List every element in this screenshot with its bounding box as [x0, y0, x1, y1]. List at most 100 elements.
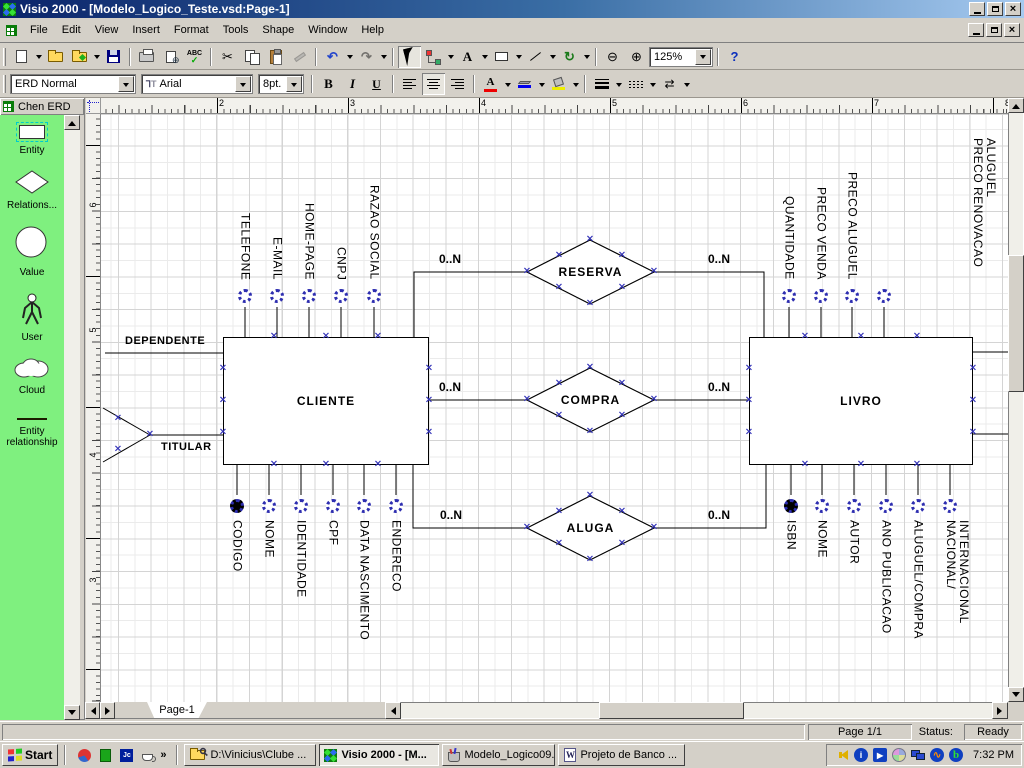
doc-restore-button[interactable]: [986, 23, 1002, 37]
attribute-circle[interactable]: [357, 499, 371, 513]
italic-button[interactable]: I: [341, 73, 364, 95]
attr-label-nome-livro[interactable]: NOME: [816, 520, 829, 558]
copy-button[interactable]: [240, 46, 263, 68]
attr-label-quantidade[interactable]: QUANTIDADE: [783, 196, 796, 280]
attr-label-homepage[interactable]: HOME-PAGE: [303, 203, 316, 280]
attr-label-preco-aluguel[interactable]: PRECO ALUGUEL: [846, 172, 859, 280]
attribute-circle-filled[interactable]: [784, 499, 798, 513]
stencil-scrollbar[interactable]: [64, 115, 80, 720]
attribute-circle[interactable]: [294, 499, 308, 513]
attr-label-nome[interactable]: NOME: [263, 520, 276, 558]
new-dropdown[interactable]: [34, 46, 43, 68]
task-button-explorer[interactable]: D:\Vinicius\Clube ...: [184, 744, 316, 766]
jcreator-icon[interactable]: Jc: [118, 747, 135, 764]
horizontal-scrollbar[interactable]: [385, 702, 1008, 719]
attribute-circle[interactable]: [326, 499, 340, 513]
underline-button[interactable]: U: [365, 73, 388, 95]
attr-label-nacional-internacional[interactable]: NACIONAL/ INTERNACIONAL: [944, 520, 970, 646]
attribute-circle[interactable]: [877, 289, 891, 303]
attr-label-razao-social[interactable]: RAZAO SOCIAL: [368, 185, 381, 280]
menu-tools[interactable]: Tools: [216, 21, 256, 39]
attribute-circle[interactable]: [270, 289, 284, 303]
attribute-circle[interactable]: [943, 499, 957, 513]
b-app-icon[interactable]: b: [948, 747, 964, 763]
swirl-app-icon[interactable]: [76, 747, 93, 764]
attribute-circle[interactable]: [302, 289, 316, 303]
attribute-circle[interactable]: [814, 289, 828, 303]
menu-window[interactable]: Window: [301, 21, 354, 39]
stencil-item-user[interactable]: User: [1, 292, 63, 343]
start-button[interactable]: Start: [2, 744, 58, 766]
attr-label-aluguel-compra[interactable]: ALUGUEL/COMPRA: [912, 520, 925, 639]
menu-shape[interactable]: Shape: [255, 21, 301, 39]
taskbar-clock[interactable]: 7:32 PM: [967, 749, 1014, 761]
align-center-icon[interactable]: [422, 73, 445, 95]
overflow-chevron-icon[interactable]: »: [160, 749, 166, 761]
line-ends-icon[interactable]: ⇄: [658, 73, 681, 95]
scroll-right-icon[interactable]: [992, 702, 1008, 719]
relationship-compra-label[interactable]: COMPRA: [527, 393, 654, 407]
attr-label-codigo[interactable]: CODIGO: [231, 520, 244, 572]
line-pattern-dropdown[interactable]: [648, 73, 657, 95]
attr-label-preco-venda[interactable]: PRECO VENDA: [815, 187, 828, 280]
print-preview-button[interactable]: [159, 46, 182, 68]
toolbar-grip[interactable]: [3, 48, 6, 66]
scroll-up-icon[interactable]: [1008, 98, 1024, 113]
stencil-scroll-up-icon[interactable]: [64, 115, 80, 130]
style-combo-dropdown[interactable]: [118, 76, 134, 92]
attribute-circle-filled[interactable]: [230, 499, 244, 513]
attr-label-endereco[interactable]: ENDERECO: [390, 520, 403, 592]
align-left-icon[interactable]: [398, 73, 421, 95]
menu-view[interactable]: View: [88, 21, 126, 39]
attr-label-cnpj[interactable]: CNPJ: [335, 247, 348, 280]
text-tool-dropdown[interactable]: [480, 46, 489, 68]
line-weight-dropdown[interactable]: [614, 73, 623, 95]
font-color-icon[interactable]: A: [479, 73, 502, 95]
cut-button[interactable]: ✂: [216, 46, 239, 68]
attribute-circle[interactable]: [847, 499, 861, 513]
vertical-scrollbar[interactable]: [1008, 98, 1024, 702]
font-combo[interactable]: ꞀT Arial: [141, 74, 253, 94]
relationship-aluga-label[interactable]: ALUGA: [527, 521, 654, 535]
close-button[interactable]: ×: [1005, 2, 1021, 16]
align-right-icon[interactable]: [446, 73, 469, 95]
open-stencil-dropdown[interactable]: [92, 46, 101, 68]
line-color-icon[interactable]: [513, 73, 536, 95]
menu-help[interactable]: Help: [354, 21, 391, 39]
bold-button[interactable]: B: [317, 73, 340, 95]
attr-label-data-nascimento[interactable]: DATA NASCIMENTO: [358, 520, 371, 640]
vertical-scroll-thumb[interactable]: [1008, 255, 1024, 392]
stencil-item-entity[interactable]: Entity: [1, 125, 63, 156]
stencil-header[interactable]: Chen ERD: [0, 98, 84, 115]
spelling-button[interactable]: ABC✓: [183, 46, 206, 68]
zoom-combo-dropdown[interactable]: [695, 49, 711, 65]
size-combo[interactable]: 8pt.: [258, 74, 304, 94]
titular-label[interactable]: TITULAR: [161, 441, 212, 453]
doc-close-button[interactable]: ×: [1004, 23, 1020, 37]
attr-label-preco-renovacao[interactable]: PRECO RENOVACAO ALUGUEL: [971, 138, 997, 280]
redo-dropdown[interactable]: [379, 46, 388, 68]
undo-dropdown[interactable]: [345, 46, 354, 68]
undo-button[interactable]: ↶: [321, 46, 344, 68]
page-prev-icon[interactable]: [85, 702, 100, 719]
task-button-word[interactable]: W Projeto de Banco ...: [558, 744, 685, 766]
minimize-button[interactable]: [969, 2, 985, 16]
dependente-label[interactable]: DEPENDENTE: [125, 335, 205, 347]
attribute-circle[interactable]: [389, 499, 403, 513]
zoom-out-button[interactable]: ⊖: [601, 46, 624, 68]
cd-icon[interactable]: [891, 747, 907, 763]
drawing-page[interactable]: CLIENTE LIVRO RESERVA COMPRA ALUGA 0..N …: [101, 114, 1009, 702]
attribute-circle[interactable]: [334, 289, 348, 303]
zoom-combo[interactable]: 125%: [649, 47, 713, 67]
line-pattern-icon[interactable]: [624, 73, 647, 95]
pointer-tool-button[interactable]: [398, 46, 421, 68]
print-button[interactable]: [135, 46, 158, 68]
scroll-left-icon[interactable]: [385, 702, 401, 719]
style-combo[interactable]: ERD Normal: [10, 74, 136, 94]
attribute-circle[interactable]: [367, 289, 381, 303]
attribute-circle[interactable]: [262, 499, 276, 513]
rotation-tool-button[interactable]: ↻: [558, 46, 581, 68]
menu-insert[interactable]: Insert: [125, 21, 167, 39]
attribute-circle[interactable]: [879, 499, 893, 513]
entity-cliente[interactable]: CLIENTE: [223, 337, 429, 465]
